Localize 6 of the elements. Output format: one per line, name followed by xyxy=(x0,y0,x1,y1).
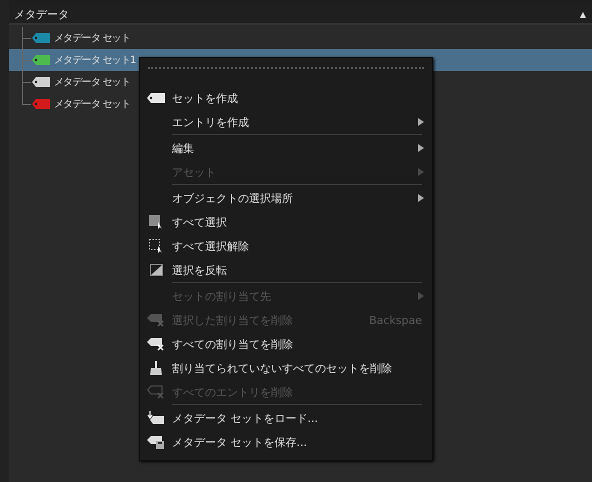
tree-item-label: メタデータ セット xyxy=(54,76,130,89)
tree-item-label: メタデータ セット1 xyxy=(54,54,136,67)
tree-item-label: メタデータ セット xyxy=(54,98,130,111)
shortcut-label: Backspae xyxy=(369,314,422,326)
panel-title: メタデータ xyxy=(14,6,69,22)
tree-item-label: メタデータ セット xyxy=(54,32,130,45)
